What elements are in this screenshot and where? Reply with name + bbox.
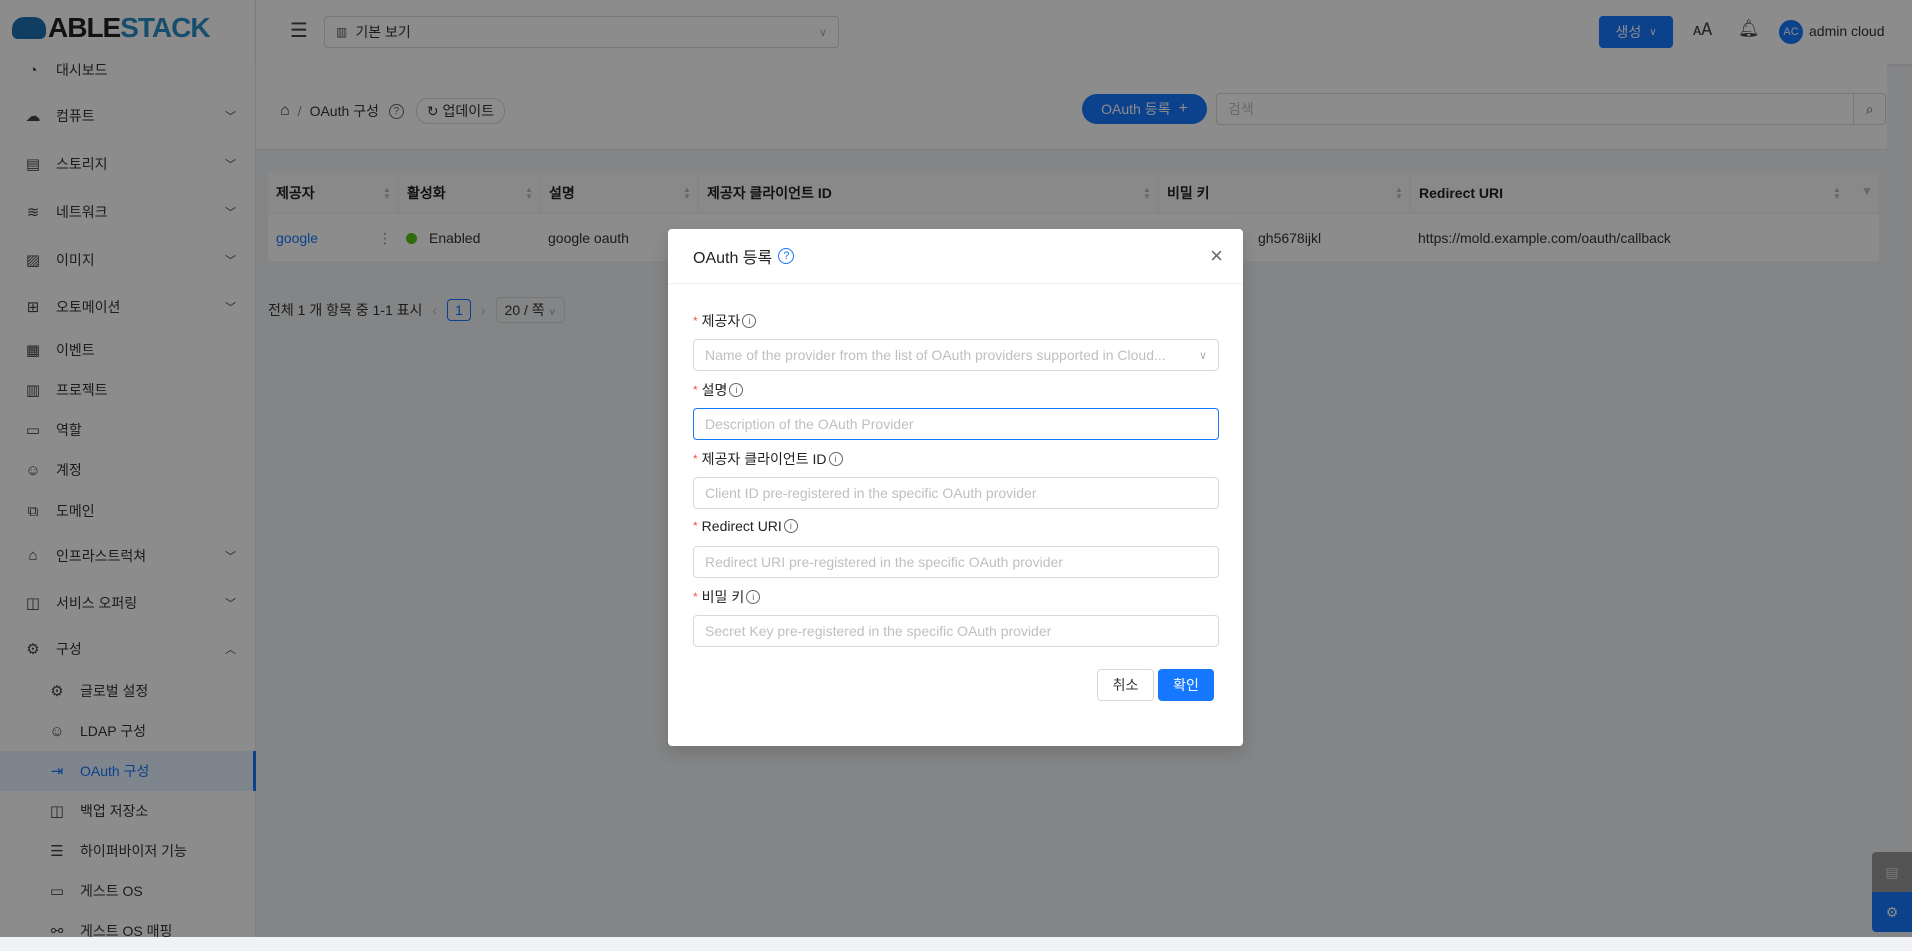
chevron-down-icon: ∨	[1198, 349, 1207, 362]
field-input[interactable]: Redirect URI pre-registered in the speci…	[693, 546, 1219, 578]
field-input[interactable]: Client ID pre-registered in the specific…	[693, 477, 1219, 509]
info-icon[interactable]: i	[828, 452, 843, 466]
cancel-button[interactable]: 취소	[1097, 669, 1154, 701]
info-icon[interactable]: i	[746, 590, 761, 604]
field-input[interactable]: Secret Key pre-registered in the specifi…	[693, 615, 1219, 647]
info-icon[interactable]: i	[742, 314, 757, 328]
field-label: * 비밀 키i	[693, 587, 761, 607]
question-icon[interactable]: ?	[778, 248, 795, 264]
dialog-header: OAuth 등록 ? ×	[668, 229, 1243, 284]
field-label: * Redirect URI i	[693, 518, 798, 534]
field-input[interactable]: Name of the provider from the list of OA…	[693, 339, 1219, 371]
field-label: * 제공자 i	[693, 311, 757, 331]
dialog-title: OAuth 등록	[693, 250, 773, 267]
field-input[interactable]: Description of the OAuth Provider	[693, 408, 1219, 440]
ok-button[interactable]: 확인	[1158, 669, 1214, 701]
field-label: * 제공자 클라이언트 ID i	[693, 449, 843, 469]
info-icon[interactable]: i	[729, 383, 744, 397]
close-icon[interactable]: ×	[1210, 243, 1223, 269]
field-label: * 설명 i	[693, 380, 744, 400]
info-icon[interactable]: i	[783, 519, 798, 533]
oauth-register-dialog: OAuth 등록 ? × * 제공자 i Name of the provider …	[668, 229, 1243, 746]
